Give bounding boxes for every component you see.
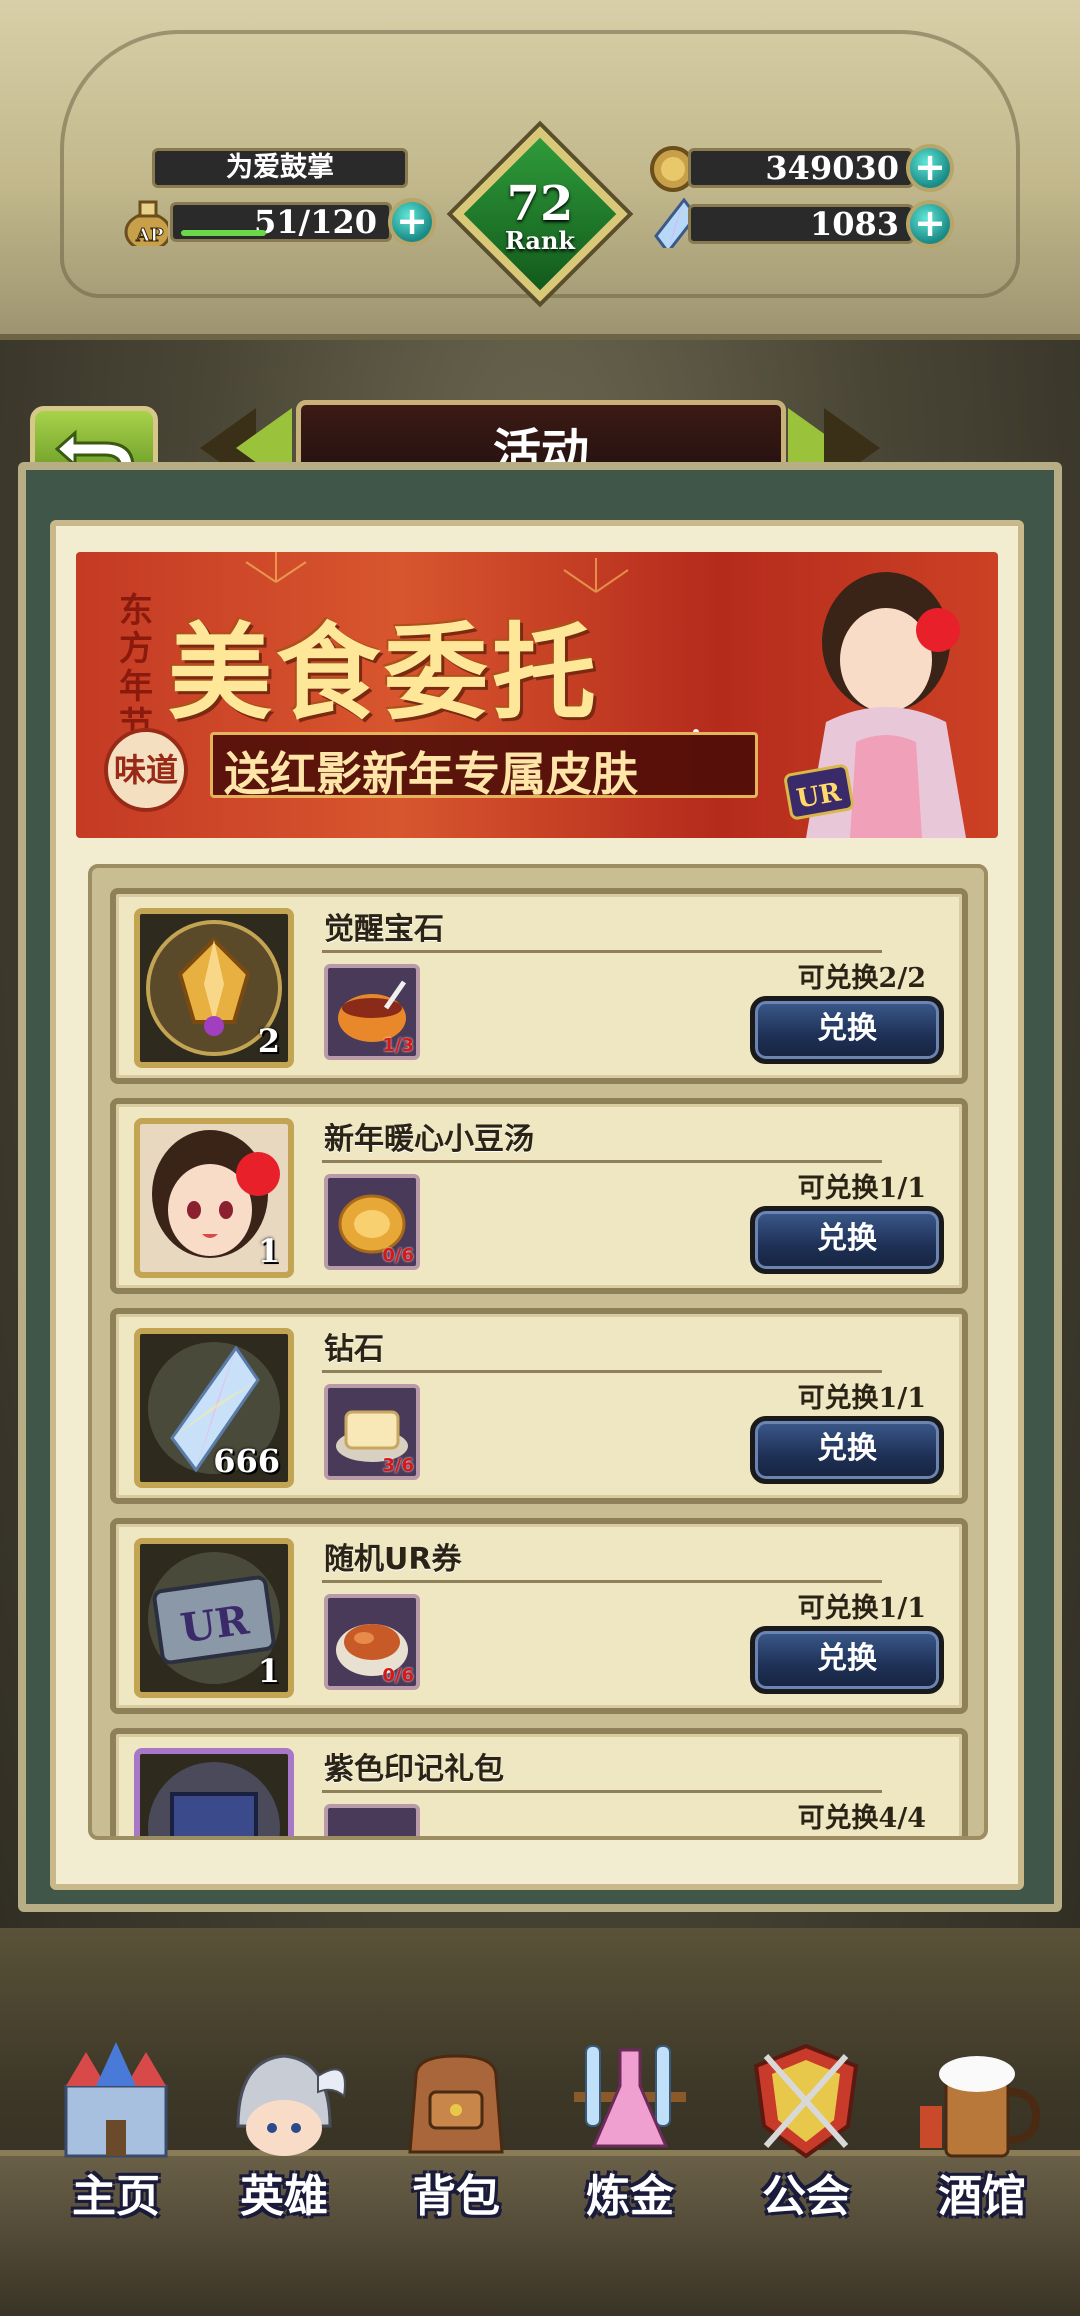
reward-icon-frame: 1 <box>134 1118 294 1278</box>
reward-row: 2 觉醒宝石 1/3 可兑换2/2 兑换 <box>110 888 968 1084</box>
exchange-limit: 可兑换1/1 <box>797 1593 926 1624</box>
nav-label: 公会 <box>762 2171 850 2222</box>
divider <box>322 1790 882 1793</box>
reward-row: 1 新年暖心小豆汤 0/6 可兑换1/1 兑换 <box>110 1098 968 1294</box>
divider <box>322 1160 882 1163</box>
reward-name: 觉醒宝石 <box>324 912 444 947</box>
reward-list[interactable]: 2 觉醒宝石 1/3 可兑换2/2 兑换 1 新年暖心小豆汤 0/6 可兑换1/… <box>88 864 988 1840</box>
exchange-limit: 可兑换2/2 <box>797 963 926 994</box>
svg-text:UR: UR <box>178 1596 253 1652</box>
reward-icon-frame: 666 <box>134 1328 294 1488</box>
banner-title: 美食委托 <box>168 611 601 734</box>
exchange-limit: 可兑换1/1 <box>797 1173 926 1204</box>
nav-item-home[interactable]: 主页 <box>30 2036 202 2236</box>
reward-icon-frame: 2 <box>134 908 294 1068</box>
mystery-box-icon <box>148 1762 280 1836</box>
event-banner[interactable]: 东方年节 美食委托 味道 送红影新年专属皮肤 UR <box>76 552 998 838</box>
nav-label: 背包 <box>412 2171 500 2222</box>
material-count: 0/6 <box>382 1245 414 1266</box>
reward-quantity: 2 <box>257 1022 280 1060</box>
nav-label: 主页 <box>72 2171 160 2222</box>
material-slot[interactable]: 1/3 <box>324 964 420 1060</box>
reward-name: 钻石 <box>324 1332 384 1367</box>
top-hud: 为爱鼓掌 AP 51/120 + 349030 + 1083 + 72 Rank <box>0 0 1080 340</box>
nav-label: 炼金 <box>586 2171 674 2222</box>
reward-quantity: 1 <box>257 1232 280 1270</box>
reward-quantity: 666 <box>213 1442 280 1480</box>
nav-item-bag[interactable]: 背包 <box>370 2036 542 2236</box>
castle-icon <box>64 2042 168 2158</box>
divider <box>322 1370 882 1373</box>
reward-quantity: 1 <box>257 1652 280 1690</box>
rank-level: 72 <box>506 176 574 232</box>
reward-name: 紫色印记礼包 <box>324 1752 504 1787</box>
material-slot[interactable]: 3/6 <box>324 1384 420 1480</box>
flask-icon <box>574 2045 686 2148</box>
divider <box>322 1580 882 1583</box>
nav-label: 酒馆 <box>938 2171 1026 2222</box>
exchange-button[interactable]: 兑换 <box>750 1836 944 1840</box>
nav-item-guild[interactable]: 公会 <box>720 2036 892 2236</box>
nav-item-heroes[interactable]: 英雄 <box>198 2036 370 2236</box>
exchange-limit: 可兑换4/4 <box>797 1803 926 1834</box>
material-count: 1/3 <box>382 1035 414 1056</box>
reward-icon-frame: UR 1 <box>134 1538 294 1698</box>
helmet-icon <box>236 2054 346 2156</box>
exchange-button[interactable]: 兑换 <box>750 1626 944 1694</box>
exchange-button[interactable]: 兑换 <box>750 1416 944 1484</box>
banner-character-illustration: UR <box>766 552 998 838</box>
material-slot[interactable]: 0/6 <box>324 1594 420 1690</box>
banner-tag: 味道 <box>104 728 188 812</box>
reward-row: UR 1 随机UR券 0/6 可兑换1/1 兑换 <box>110 1518 968 1714</box>
backpack-icon <box>408 2054 504 2154</box>
reward-row: 紫色印记礼包 可兑换4/4 兑换 <box>110 1728 968 1840</box>
exchange-button[interactable]: 兑换 <box>750 996 944 1064</box>
material-count: 0/6 <box>382 1665 414 1686</box>
rank-label: Rank <box>504 226 576 255</box>
shield-icon <box>753 2043 859 2159</box>
reward-name: 随机UR券 <box>324 1542 462 1577</box>
reward-row: 666 钻石 3/6 可兑换1/1 兑换 <box>110 1308 968 1504</box>
divider <box>322 950 882 953</box>
material-slot[interactable]: 0/6 <box>324 1174 420 1270</box>
banner-subtitle: 送红影新年专属皮肤 <box>224 747 638 801</box>
exchange-button[interactable]: 兑换 <box>750 1206 944 1274</box>
exchange-limit: 可兑换1/1 <box>797 1383 926 1414</box>
nav-item-alchemy[interactable]: 炼金 <box>544 2036 716 2236</box>
reward-icon-frame <box>134 1748 294 1836</box>
nav-label: 英雄 <box>240 2171 328 2222</box>
banner-side-text: 东方年节 <box>119 591 153 745</box>
material-count: 3/6 <box>382 1455 414 1476</box>
nav-item-tavern[interactable]: 酒馆 <box>896 2036 1068 2236</box>
beer-mug-icon <box>920 2056 1041 2158</box>
material-slot[interactable] <box>324 1804 420 1836</box>
reward-name: 新年暖心小豆汤 <box>324 1122 534 1157</box>
